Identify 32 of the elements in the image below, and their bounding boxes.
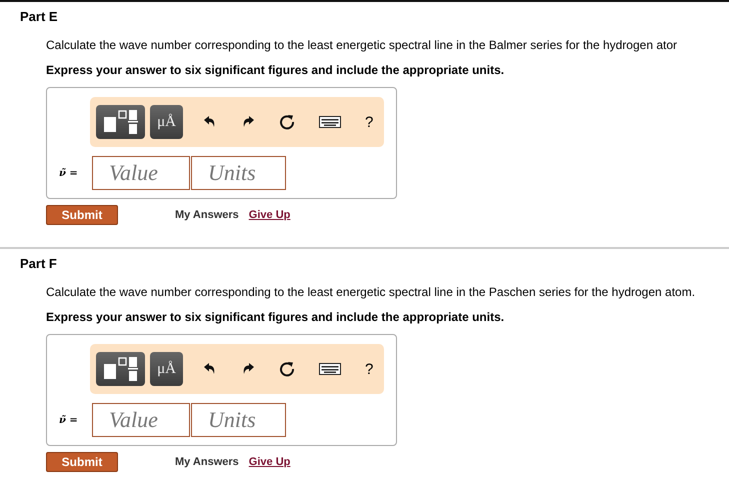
reset-icon[interactable]: [279, 361, 295, 377]
give-up-link[interactable]: Give Up: [248, 456, 290, 468]
instruction-text: Express your answer to six significant figures and include the appropriate units.: [46, 63, 506, 78]
reset-icon[interactable]: [279, 114, 295, 130]
redo-icon[interactable]: [241, 362, 255, 376]
value-field[interactable]: Value: [92, 403, 190, 437]
nu-tilde-label: ν̃ =: [59, 168, 79, 178]
question-text: Calculate the wave number corresponding to the least energetic spectral line in the Paschen series for the hydrogen atom.: [46, 285, 696, 300]
help-button[interactable]: ?: [365, 360, 374, 378]
units-field[interactable]: Units: [191, 403, 286, 437]
nu-tilde-label: ν̃ =: [59, 414, 79, 426]
keyboard-icon[interactable]: [319, 363, 341, 375]
units-button[interactable]: μÅ: [150, 352, 183, 386]
part-title: Part F: [20, 255, 58, 272]
keyboard-icon[interactable]: [319, 116, 341, 128]
my-answers-link[interactable]: My Answers: [175, 209, 239, 221]
submit-button[interactable]: Submit: [46, 452, 118, 472]
units-field[interactable]: Units: [191, 156, 286, 190]
give-up-link[interactable]: Give Up: [248, 209, 290, 221]
question-text: Calculate the wave number corresponding to the least energetic spectral line in the Balmer series for the hydrogen ator: [46, 38, 678, 53]
instruction-text: Express your answer to six significant figures and include the appropriate units.: [46, 310, 506, 325]
help-button[interactable]: ?: [365, 114, 374, 130]
undo-icon[interactable]: [203, 362, 217, 376]
value-field[interactable]: Value: [92, 156, 190, 190]
redo-icon[interactable]: [241, 115, 255, 129]
undo-icon[interactable]: [203, 115, 217, 129]
part-title: Part E: [20, 8, 59, 25]
template-button[interactable]: [96, 352, 145, 386]
units-button[interactable]: μÅ: [150, 105, 183, 139]
submit-button[interactable]: Submit: [46, 205, 118, 225]
my-answers-link[interactable]: My Answers: [175, 456, 239, 468]
template-button[interactable]: [96, 105, 145, 139]
